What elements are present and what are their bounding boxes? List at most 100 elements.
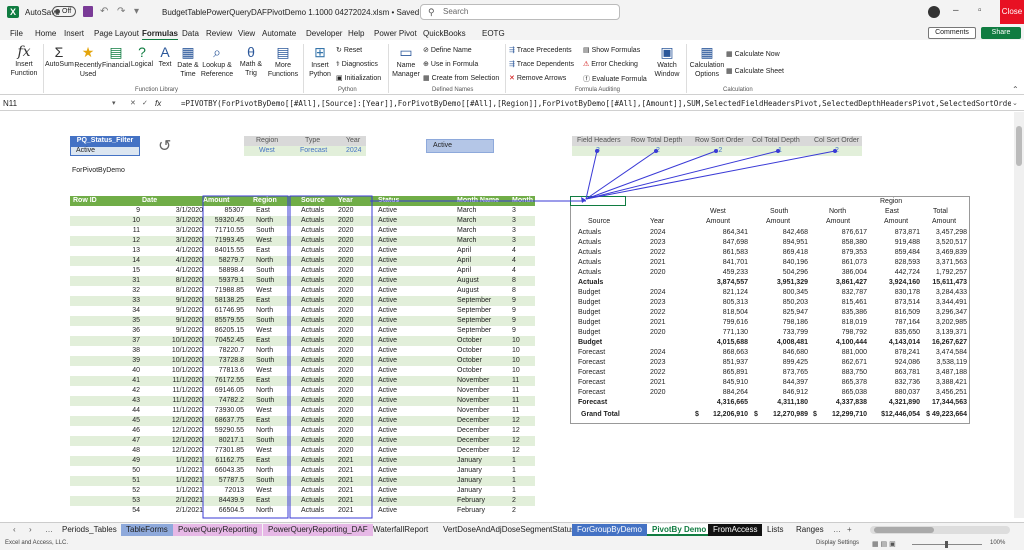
cell-source[interactable]: Actuals <box>301 356 336 366</box>
cell-month-name[interactable]: September <box>457 316 507 326</box>
calculate-sheet-button[interactable]: ▦ Calculate Sheet <box>726 67 784 75</box>
cell-month-name[interactable]: October <box>457 366 507 376</box>
pivot-cell-west[interactable]: 818,504 <box>698 308 748 318</box>
insert-python-button[interactable]: ⊞ Insert Python <box>306 44 334 79</box>
header-year[interactable]: Year <box>338 196 353 206</box>
cell-month-name[interactable]: November <box>457 386 507 396</box>
hscroll-thumb[interactable] <box>874 527 934 533</box>
pivot-cell-south[interactable]: 869,418 <box>758 248 808 258</box>
cell-source[interactable]: Actuals <box>301 316 336 326</box>
pivot-row[interactable]: Budget 2020 771,130 733,799 798,792 835,650 3,… <box>573 328 970 338</box>
sheet-tab-powerqueryreporting[interactable]: PowerQueryReporting <box>173 524 263 536</box>
cell-row-id[interactable]: 14 <box>70 256 140 266</box>
pivot-cell-north[interactable]: 862,671 <box>817 358 867 368</box>
cell-month[interactable]: 9 <box>512 296 532 306</box>
cell-source[interactable]: Actuals <box>301 426 336 436</box>
pivot-cell-west[interactable]: 4,316,665 <box>698 398 748 408</box>
cell-source[interactable]: Actuals <box>301 456 336 466</box>
cell-status[interactable]: Active <box>378 496 438 506</box>
pivot-cell-year[interactable]: 2022 <box>650 308 680 318</box>
header-month-name[interactable]: Month Name <box>457 196 499 206</box>
cell-date[interactable]: 1/1/2021 <box>145 476 203 486</box>
initialization-button[interactable]: ▣ Initialization <box>336 74 381 82</box>
pivot-cell-north[interactable]: 879,353 <box>817 248 867 258</box>
cell-year[interactable]: 2020 <box>338 296 368 306</box>
cell-year[interactable]: 2021 <box>338 466 368 476</box>
tab-review[interactable]: Review <box>206 29 232 38</box>
cell-month[interactable]: 12 <box>512 446 532 456</box>
pivot-cell-north[interactable]: 3,861,427 <box>817 278 867 288</box>
cell-date[interactable]: 3/1/2020 <box>145 226 203 236</box>
pivot-cell-source[interactable]: Forecast <box>578 398 638 408</box>
cell-status[interactable]: Active <box>378 366 438 376</box>
cell-status[interactable]: Active <box>378 446 438 456</box>
pivot-row[interactable]: Budget 2024 821,124 800,345 832,787 830,178 3,… <box>573 288 970 298</box>
pivot-row[interactable]: Budget 2023 805,313 850,203 815,461 873,514 3,… <box>573 298 970 308</box>
cell-month[interactable]: 1 <box>512 486 532 496</box>
header-month[interactable]: Month <box>512 196 533 206</box>
pivot-cell-south[interactable]: 842,468 <box>758 228 808 238</box>
cell-month-name[interactable]: September <box>457 296 507 306</box>
cell-amount[interactable]: 77813.6 <box>196 366 244 376</box>
cell-year[interactable]: 2020 <box>338 436 368 446</box>
pivot-cell-east[interactable]: 816,509 <box>870 308 920 318</box>
pivot-cell-west[interactable]: 847,698 <box>698 238 748 248</box>
table-row[interactable]: 42 11/1/2020 69146.05 North Actuals 2020 Activ… <box>70 386 535 396</box>
name-box[interactable]: N11 <box>3 99 113 109</box>
cell-region[interactable]: East <box>256 296 296 306</box>
formula-input[interactable]: =PIVOTBY(ForPivotByDemo[[#All],[Source]:… <box>181 99 1011 108</box>
cell-amount[interactable]: 84439.9 <box>196 496 244 506</box>
cell-source[interactable]: Actuals <box>301 236 336 246</box>
pivot-cell-source[interactable]: Forecast <box>578 388 638 398</box>
cell-year[interactable]: 2020 <box>338 306 368 316</box>
pivot-cell-north[interactable]: 798,792 <box>817 328 867 338</box>
trace-precedents-button[interactable]: ⇶ Trace Precedents <box>509 46 572 54</box>
pivot-cell-total[interactable]: 16,267,627 <box>917 338 967 348</box>
evaluate-formula-button[interactable]: ⓕ Evaluate Formula <box>583 74 647 84</box>
cell-source[interactable]: Actuals <box>301 366 336 376</box>
error-checking-button[interactable]: ⚠ Error Checking <box>583 60 638 68</box>
table-row[interactable]: 46 12/1/2020 59290.55 North Actuals 2020 Activ… <box>70 426 535 436</box>
cell-region[interactable]: North <box>256 256 296 266</box>
cell-region[interactable]: South <box>256 266 296 276</box>
cell-month[interactable]: 10 <box>512 346 532 356</box>
table-row[interactable]: 49 1/1/2021 61162.75 East Actuals 2021 Active J… <box>70 456 535 466</box>
cell-amount[interactable]: 73930.05 <box>196 406 244 416</box>
pivot-cell-total[interactable]: 15,611,473 <box>917 278 967 288</box>
cell-month[interactable]: 10 <box>512 366 532 376</box>
cell-date[interactable]: 4/1/2020 <box>145 246 203 256</box>
create-from-selection-button[interactable]: ▦ Create from Selection <box>423 74 499 82</box>
pivot-cell-year[interactable]: 2022 <box>650 368 680 378</box>
cell-row-id[interactable]: 32 <box>70 286 140 296</box>
cell-year[interactable]: 2020 <box>338 396 368 406</box>
cell-region[interactable]: East <box>256 456 296 466</box>
cell-date[interactable]: 4/1/2020 <box>145 256 203 266</box>
cell-row-id[interactable]: 33 <box>70 296 140 306</box>
pivot-subtotal-row[interactable]: Forecast 4,316,665 4,311,180 4,337,838 4,321… <box>573 398 970 408</box>
cell-row-id[interactable]: 13 <box>70 246 140 256</box>
pivot-cell-total[interactable]: 3,284,433 <box>917 288 967 298</box>
tab-help[interactable]: Help <box>348 29 364 38</box>
pivot-cell-south[interactable]: 800,345 <box>758 288 808 298</box>
cell-region[interactable]: North <box>256 426 296 436</box>
pivot-cell-west[interactable]: 884,264 <box>698 388 748 398</box>
pivot-cell-source[interactable]: Budget <box>578 328 638 338</box>
sheet-tab-powerqueryreporting-daf[interactable]: PowerQueryReporting_DAF <box>263 524 373 536</box>
cell-row-id[interactable]: 9 <box>70 206 140 216</box>
expand-formula-icon[interactable]: ⌄ <box>1012 99 1018 107</box>
cell-month[interactable]: 1 <box>512 476 532 486</box>
pivot-cell-east[interactable]: 830,178 <box>870 288 920 298</box>
cell-region[interactable]: West <box>256 326 296 336</box>
zoom-slider-thumb[interactable] <box>945 541 948 548</box>
cell-status[interactable]: Active <box>378 316 438 326</box>
cell-source[interactable]: Actuals <box>301 496 336 506</box>
cell-status[interactable]: Active <box>378 386 438 396</box>
pivot-cell-west[interactable]: 865,891 <box>698 368 748 378</box>
cell-row-id[interactable]: 53 <box>70 496 140 506</box>
table-row[interactable]: 52 1/1/2021 72013 West Actuals 2021 Active Janu… <box>70 486 535 496</box>
cell-date[interactable]: 9/1/2020 <box>145 326 203 336</box>
table-row[interactable]: 9 3/1/2020 85307 East Actuals 2020 Active March… <box>70 206 535 216</box>
param-value-row-sort-order[interactable]: -2 <box>716 146 722 156</box>
cell-row-id[interactable]: 41 <box>70 376 140 386</box>
cell-source[interactable]: Actuals <box>301 216 336 226</box>
